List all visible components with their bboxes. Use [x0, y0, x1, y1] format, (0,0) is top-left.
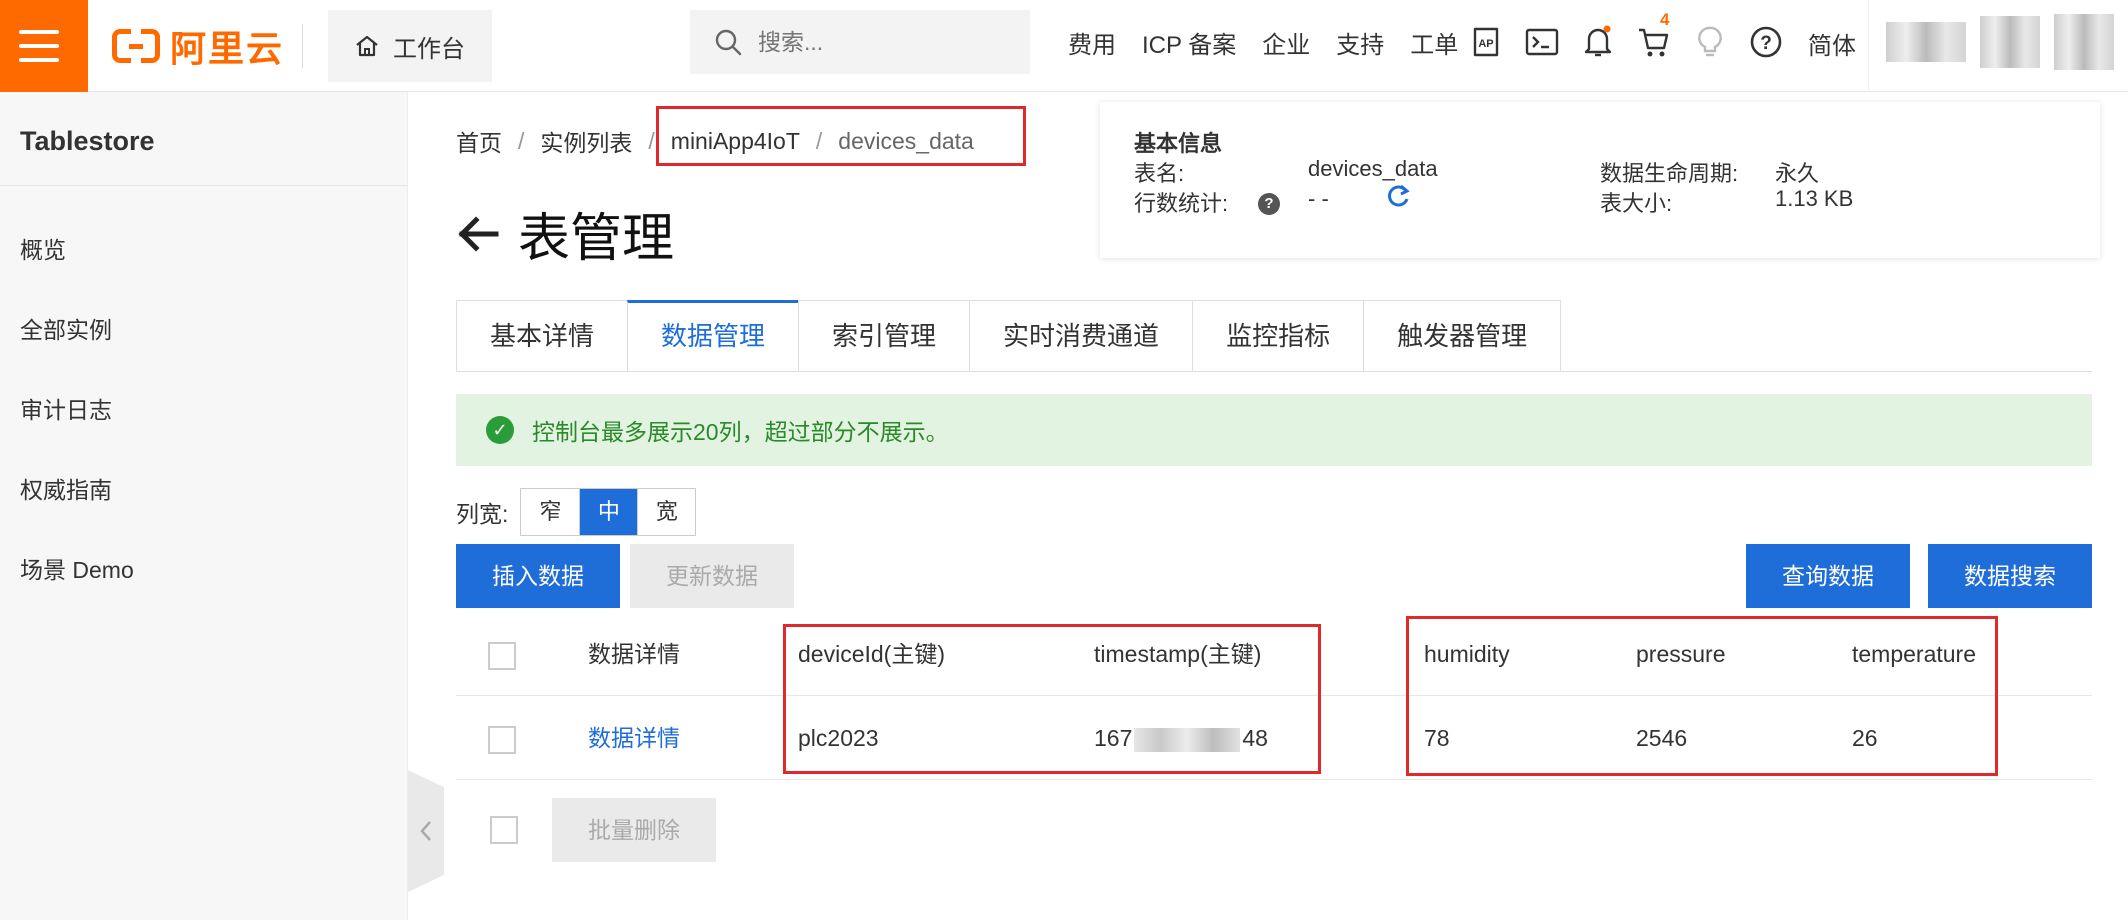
- table-size-label: 表大小:: [1600, 191, 1673, 216]
- sidebar-item-all-instances[interactable]: 全部实例: [0, 290, 407, 370]
- tab-basic-details[interactable]: 基本详情: [456, 300, 628, 372]
- bell-icon[interactable]: [1580, 24, 1616, 60]
- lifecycle-value: 永久: [1775, 161, 1820, 186]
- divider: [456, 371, 2092, 372]
- nav-link-billing[interactable]: 费用: [1068, 25, 1116, 60]
- nav-link-enterprise[interactable]: 企业: [1262, 25, 1310, 60]
- home-icon: [356, 35, 378, 57]
- menu-icon[interactable]: [0, 0, 88, 92]
- page-title-text: 表管理: [518, 210, 675, 268]
- terminal-icon[interactable]: [1524, 24, 1560, 60]
- language-switch[interactable]: 简体: [1808, 26, 1856, 61]
- cart-count-badge: 4: [1660, 10, 1670, 29]
- table-size-value: 1.13 KB: [1775, 186, 1854, 211]
- check-circle-icon: ✓: [486, 416, 514, 444]
- svg-text:?: ?: [1760, 33, 1772, 54]
- table-management-tabs: 基本详情 数据管理 索引管理 实时消费通道 监控指标 触发器管理: [456, 300, 1562, 372]
- lifecycle-label: 数据生命周期:: [1600, 161, 1739, 186]
- top-icons: AP 4 ?: [1468, 10, 1804, 64]
- column-width-wide[interactable]: 宽: [637, 489, 696, 535]
- highlight-box-breadcrumb: [656, 106, 1026, 166]
- basic-info-card: 基本信息 表名: devices_data 行数统计: ? - - 数据生命周期…: [1100, 102, 2100, 258]
- top-navigation-bar: 阿里云 工作台 费用 ICP 备案 企业 支持 工单 AP: [0, 0, 2128, 92]
- row-checkbox[interactable]: [488, 726, 516, 754]
- breadcrumb-separator: /: [518, 127, 525, 154]
- cart-icon[interactable]: 4: [1636, 10, 1672, 60]
- query-data-button[interactable]: 查询数据: [1746, 544, 1910, 608]
- aliyun-logo-mark-icon: [112, 28, 160, 64]
- sidebar: Tablestore 概览 全部实例 审计日志 权威指南 场景 Demo: [0, 92, 408, 920]
- insert-data-button[interactable]: 插入数据: [456, 544, 620, 608]
- workbench-button[interactable]: 工作台: [328, 10, 492, 82]
- update-data-button[interactable]: 更新数据: [630, 544, 794, 608]
- tab-index-management[interactable]: 索引管理: [798, 300, 970, 372]
- breadcrumb-instance-list[interactable]: 实例列表: [540, 124, 632, 158]
- svg-text:AP: AP: [1478, 38, 1493, 50]
- column-width-label: 列宽:: [456, 501, 509, 527]
- column-width-medium[interactable]: 中: [579, 489, 638, 535]
- highlight-box-attributes: [1406, 616, 1998, 776]
- global-search[interactable]: [690, 10, 1030, 74]
- column-width-control: 列宽: 窄 中 宽: [456, 488, 697, 536]
- divider: [302, 24, 303, 68]
- row-detail-link[interactable]: 数据详情: [588, 696, 680, 780]
- top-nav-links: 费用 ICP 备案 企业 支持 工单: [1068, 22, 1484, 62]
- info-notice: ✓ 控制台最多展示20列，超过部分不展示。: [456, 394, 2092, 466]
- search-icon: [715, 29, 742, 56]
- row-count-help-icon[interactable]: ?: [1258, 188, 1280, 215]
- workbench-label: 工作台: [393, 35, 465, 63]
- nav-link-ticket[interactable]: 工单: [1410, 25, 1458, 60]
- sidebar-item-audit-log[interactable]: 审计日志: [0, 370, 407, 450]
- column-width-segmented: 窄 中 宽: [520, 488, 697, 536]
- app-icon[interactable]: AP: [1468, 24, 1504, 60]
- batch-delete-button[interactable]: 批量删除: [552, 798, 716, 862]
- highlight-box-primary-keys: [783, 624, 1321, 774]
- sidebar-item-guide[interactable]: 权威指南: [0, 450, 407, 530]
- page-title: 表管理: [456, 196, 674, 271]
- search-input[interactable]: [758, 28, 998, 56]
- select-all-checkbox[interactable]: [488, 642, 516, 670]
- breadcrumb-separator: /: [648, 127, 655, 154]
- nav-link-icp[interactable]: ICP 备案: [1142, 25, 1236, 60]
- aliyun-logo[interactable]: 阿里云: [112, 22, 284, 70]
- column-width-narrow[interactable]: 窄: [521, 489, 580, 535]
- tab-trigger-management[interactable]: 触发器管理: [1363, 300, 1562, 372]
- brand-name: 阿里云: [170, 28, 285, 69]
- user-account-blurred[interactable]: [1886, 12, 2118, 72]
- footer-select-all-checkbox[interactable]: [490, 816, 518, 844]
- sidebar-item-overview[interactable]: 概览: [0, 210, 407, 290]
- row-count-value: - -: [1308, 186, 1329, 211]
- table-name-value: devices_data: [1308, 156, 1438, 181]
- tab-data-management[interactable]: 数据管理: [627, 300, 799, 372]
- row-count-label: 行数统计:: [1134, 191, 1229, 216]
- sidebar-collapse-handle[interactable]: [408, 770, 444, 892]
- sidebar-item-demo[interactable]: 场景 Demo: [0, 530, 407, 610]
- tab-monitoring[interactable]: 监控指标: [1192, 300, 1364, 372]
- refresh-icon[interactable]: [1384, 182, 1412, 216]
- chevron-left-icon: [420, 821, 431, 841]
- basic-info-heading: 基本信息: [1134, 131, 1223, 156]
- breadcrumb-home[interactable]: 首页: [456, 124, 502, 158]
- help-icon[interactable]: ?: [1748, 24, 1784, 60]
- tab-realtime-channel[interactable]: 实时消费通道: [969, 300, 1193, 372]
- search-data-button[interactable]: 数据搜索: [1928, 544, 2092, 608]
- notice-text: 控制台最多展示20列，超过部分不展示。: [532, 419, 949, 445]
- divider: [1868, 0, 1869, 92]
- header-data-detail: 数据详情: [588, 641, 680, 667]
- lightbulb-icon[interactable]: [1692, 24, 1728, 60]
- arrow-left-icon[interactable]: [456, 214, 500, 254]
- table-name-label: 表名:: [1134, 161, 1185, 186]
- nav-link-support[interactable]: 支持: [1336, 25, 1384, 60]
- sidebar-title: Tablestore: [0, 92, 407, 186]
